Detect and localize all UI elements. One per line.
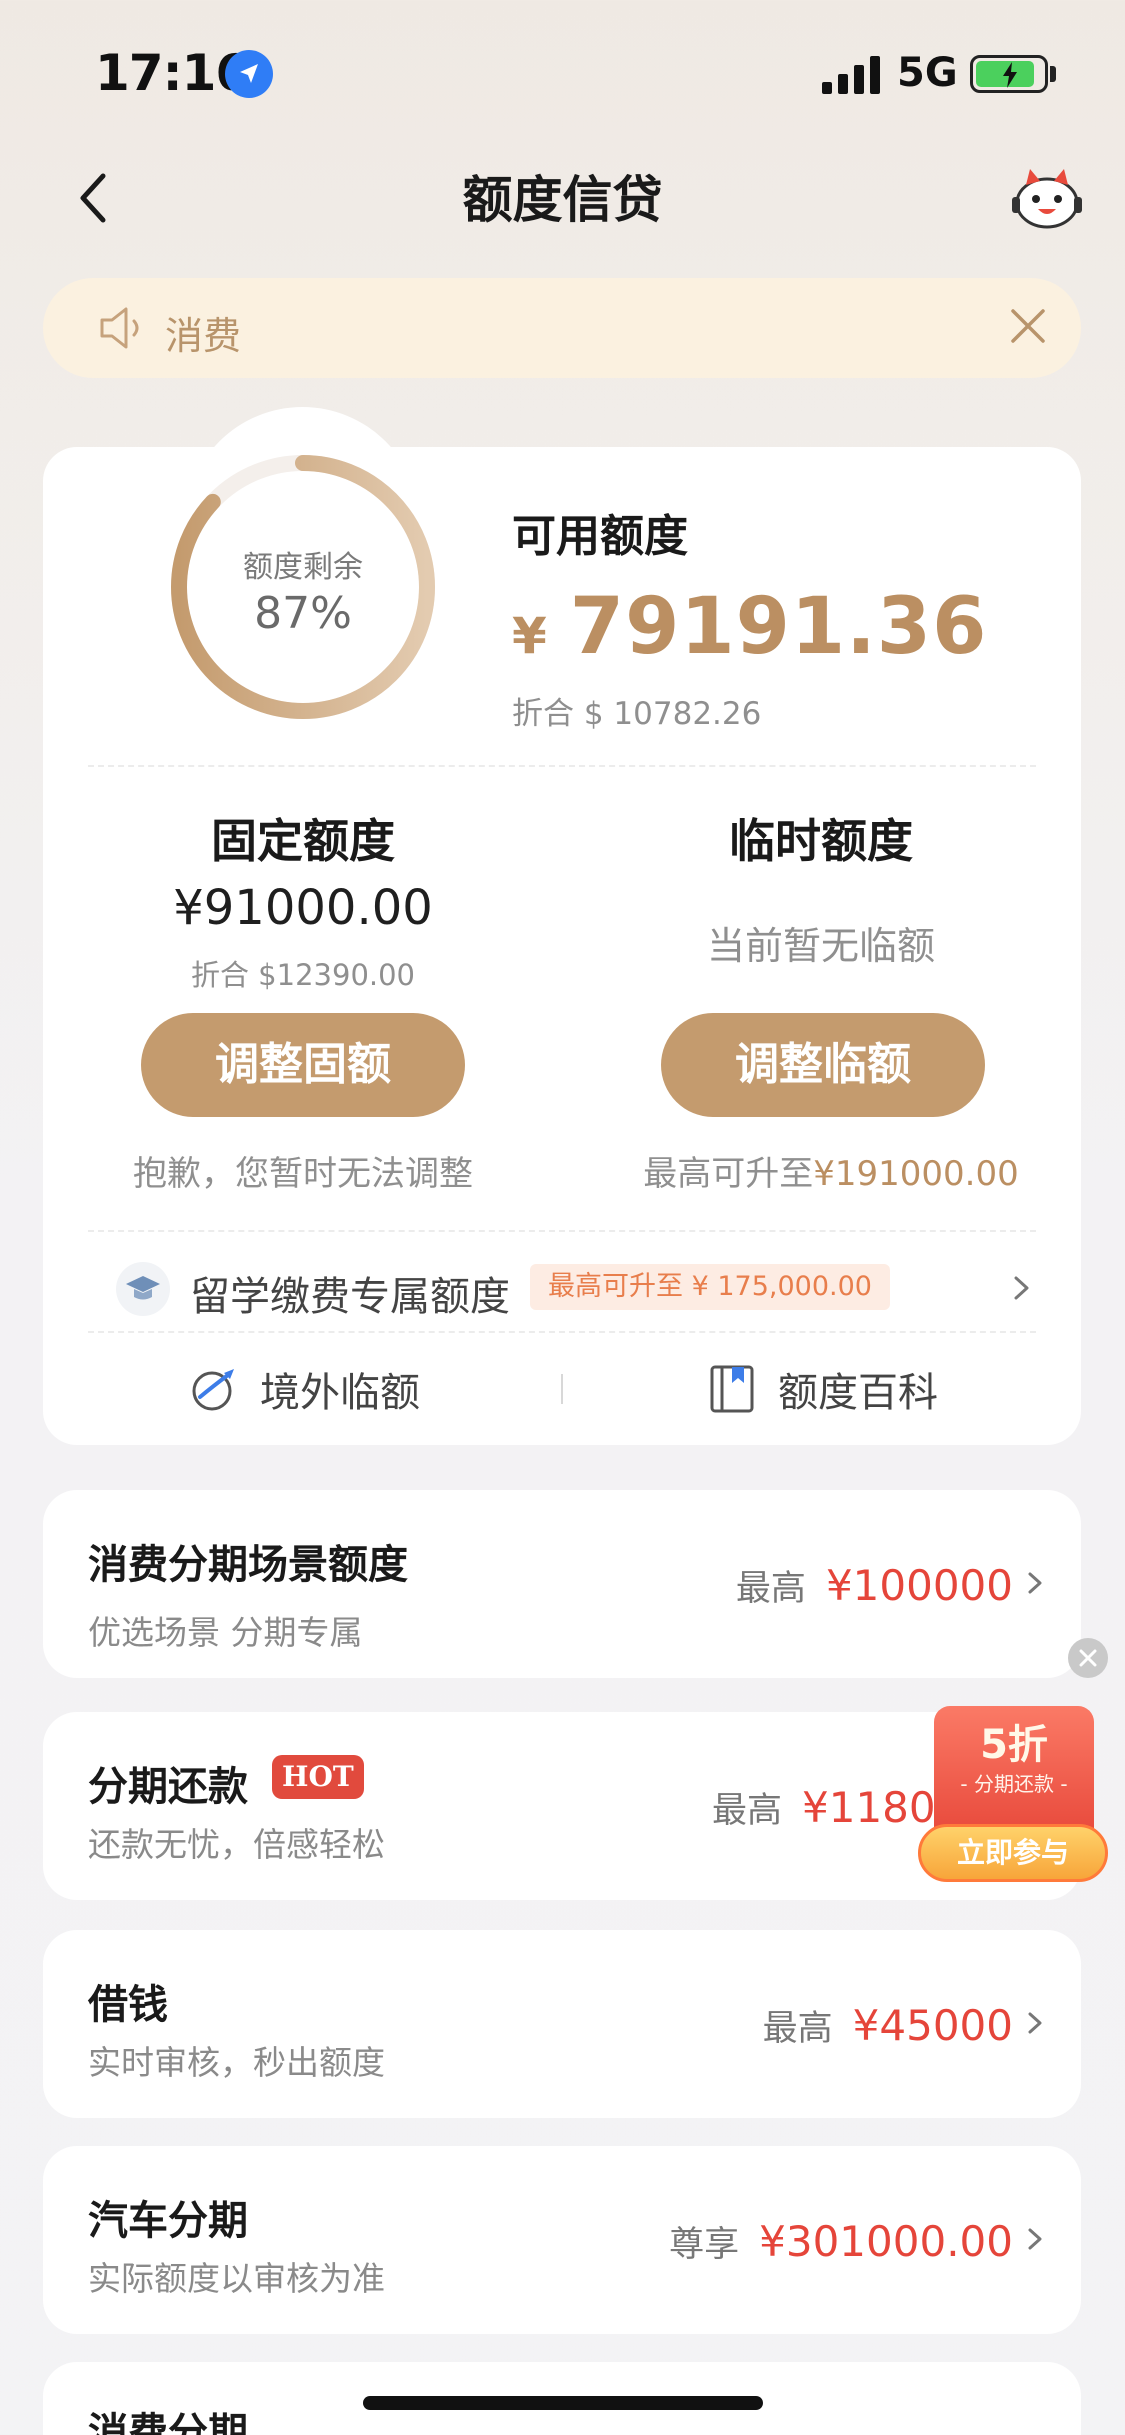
credit-remaining-ring: [171, 455, 435, 719]
product-limit: 最高 ¥100000: [736, 1560, 1013, 1611]
ring-label: 额度剩余: [243, 550, 363, 585]
chevron-right-icon[interactable]: [1010, 1272, 1034, 1304]
product-limit: 尊享 ¥301000.00: [669, 2216, 1013, 2267]
customer-service-mascot-icon[interactable]: [1012, 165, 1082, 230]
temporary-credit-status: 当前暂无临额: [706, 924, 935, 968]
product-subtitle: 实际额度以审核为准: [88, 2259, 385, 2298]
divider: [88, 1230, 1036, 1232]
link-divider: [561, 1374, 563, 1404]
overseas-temp-credit-label: 境外临额: [260, 1370, 420, 1416]
graduation-cap-icon: [116, 1262, 170, 1316]
battery-cap: [1050, 66, 1056, 82]
product-title: 汽车分期: [88, 2198, 248, 2244]
adjust-fixed-button[interactable]: 调整固额: [141, 1013, 465, 1117]
hot-badge: HOT: [272, 1755, 364, 1799]
temporary-credit-title: 临时额度: [729, 814, 913, 868]
chevron-right-icon[interactable]: [1024, 2224, 1046, 2254]
close-icon[interactable]: [1005, 303, 1051, 349]
available-credit-amount: ¥79191.36: [512, 582, 987, 672]
fixed-credit-amount: ¥91000.00: [173, 880, 433, 936]
chevron-right-icon[interactable]: [1024, 1568, 1046, 1598]
limit-amount: ¥45000: [852, 2001, 1013, 2050]
promo-join-button[interactable]: 立即参与: [918, 1824, 1108, 1882]
temporary-note-amount: ¥191000.00: [813, 1154, 1019, 1194]
temporary-credit-note: 最高可升至¥191000.00: [591, 1146, 1071, 1195]
credit-wiki-link[interactable]: 额度百科: [708, 1360, 938, 1418]
limit-prefix: 最高: [712, 1791, 783, 1831]
limit-prefix: 最高: [762, 2009, 833, 2049]
home-indicator: [363, 2396, 763, 2410]
limit-amount: ¥301000.00: [759, 2217, 1013, 2266]
product-title: 消费分期场景额度: [88, 1542, 408, 1588]
product-title: 分期还款: [88, 1764, 248, 1810]
limit-prefix: 尊享: [669, 2225, 740, 2265]
promo-headline: 5折: [980, 1722, 1048, 1768]
product-subtitle: 实时审核，秒出额度: [88, 2043, 385, 2082]
adjust-temporary-button[interactable]: 调整临额: [661, 1013, 985, 1117]
divider: [88, 1331, 1036, 1333]
temporary-note-prefix: 最高可升至: [643, 1154, 814, 1194]
book-icon: [710, 1365, 754, 1413]
fixed-credit-title: 固定额度: [211, 814, 395, 868]
divider: [88, 765, 1036, 767]
limit-prefix: 最高: [735, 1569, 806, 1609]
product-limit: 最高 ¥11808: [712, 1782, 962, 1833]
product-limit: 最高 ¥45000: [763, 2000, 1013, 2051]
page-title: 额度信贷: [462, 171, 663, 229]
limit-amount: ¥100000: [825, 1561, 1013, 1610]
product-title: 借钱: [88, 1982, 168, 2028]
available-credit-usd: 折合 $ 10782.26: [512, 696, 762, 732]
promo-close-icon[interactable]: [1068, 1638, 1108, 1678]
product-subtitle: 优选场景 分期专属: [88, 1613, 363, 1652]
product-subtitle: 还款无忧，倍感轻松: [88, 1825, 385, 1864]
chevron-right-icon[interactable]: [1024, 2008, 1046, 2038]
currency-symbol: ¥: [512, 607, 548, 665]
speaker-icon: [100, 307, 139, 349]
location-arrow-icon: [225, 50, 273, 98]
study-abroad-credit-tag: 最高可升至 ¥ 175,000.00: [530, 1264, 890, 1310]
overseas-temp-credit-link[interactable]: 境外临额: [188, 1360, 420, 1418]
credit-wiki-label: 额度百科: [778, 1370, 938, 1416]
fixed-credit-usd: 折合 $12390.00: [190, 958, 416, 992]
promo-subtitle: - 分期还款 -: [960, 1772, 1068, 1796]
network-type: 5G: [897, 50, 958, 96]
battery-icon: [970, 55, 1048, 93]
available-credit-label: 可用额度: [512, 511, 688, 562]
ring-percent: 87%: [254, 588, 352, 639]
signal-icon: [822, 56, 880, 94]
study-abroad-credit-label[interactable]: 留学缴费专属额度: [190, 1264, 510, 1322]
globe-plane-icon: [192, 1369, 234, 1411]
available-amount-value: 79191.36: [569, 582, 988, 672]
notice-text: 消费: [165, 314, 242, 358]
fixed-credit-note: 抱歉，您暂时无法调整: [133, 1154, 473, 1194]
product-title: 消费分期: [88, 2410, 248, 2435]
